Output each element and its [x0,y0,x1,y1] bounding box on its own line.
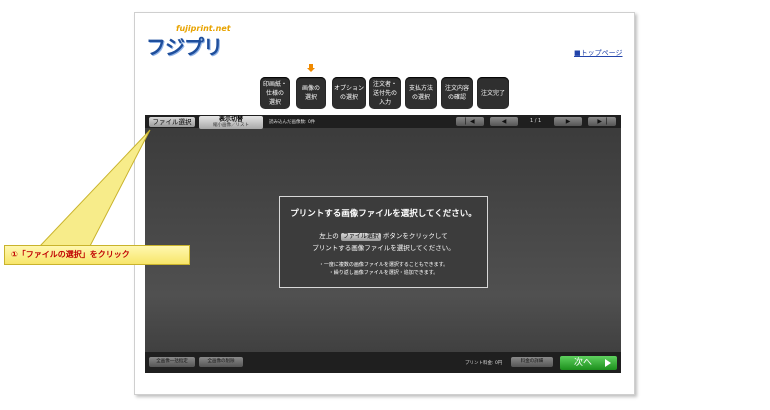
instruction-callout: ①「ファイルの選択」をクリック [4,245,190,265]
callout-pointer [38,129,151,247]
